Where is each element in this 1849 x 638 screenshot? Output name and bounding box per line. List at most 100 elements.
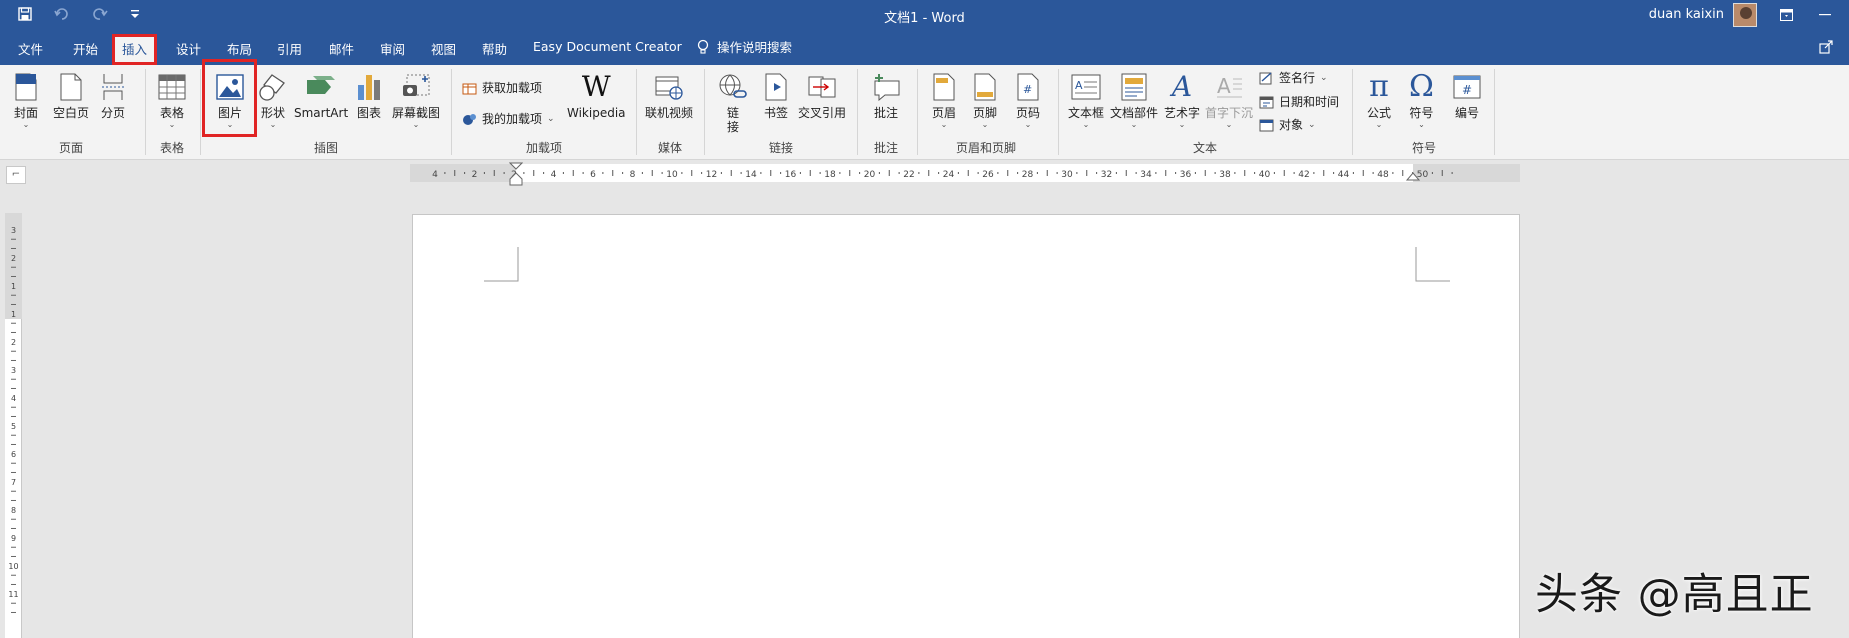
vertical-ruler[interactable]: 3 2 1 1 2 3 4 5 6 7 8 9 10 11 [5, 213, 22, 638]
get-addins-button[interactable]: 获取加载项 [462, 79, 542, 96]
drop-cap-button[interactable]: A 首字下沉 ⌄ [1205, 71, 1253, 130]
number-button[interactable]: # 编号 [1453, 71, 1481, 120]
omega-icon: Ω [1409, 69, 1434, 104]
title-bar: 文档1 - Word duan kaixin [0, 0, 1849, 30]
avatar[interactable] [1733, 3, 1757, 27]
header-button[interactable]: 页眉 ⌄ [932, 71, 956, 130]
ruler-number: 10 [8, 562, 18, 571]
ruler-number: 42 [1298, 170, 1309, 180]
left-indent-marker[interactable] [509, 172, 523, 186]
signature-line-button[interactable]: 签名行 ⌄ [1259, 69, 1328, 86]
page-break-button[interactable]: 分页 [101, 71, 125, 120]
tab-layout[interactable]: 布局 [227, 39, 252, 58]
cross-reference-icon [807, 71, 837, 103]
link-button[interactable]: 链接 [718, 71, 748, 134]
ruler-number: 2 [472, 170, 478, 180]
tab-view[interactable]: 视图 [431, 39, 456, 58]
table-button[interactable]: 表格 ⌄ [158, 71, 186, 130]
online-video-button[interactable]: 联机视频 [645, 71, 693, 120]
wordart-icon: A [1171, 70, 1193, 103]
table-icon [158, 71, 186, 103]
drop-cap-icon: A [1215, 71, 1243, 103]
group-label-tables: 表格 [159, 141, 185, 155]
screenshot-button[interactable]: 屏幕截图 ⌄ [392, 71, 440, 130]
cover-page-icon [15, 71, 37, 103]
page-break-icon [101, 71, 125, 103]
tell-me-search[interactable]: 操作说明搜索 [697, 37, 792, 56]
shapes-button[interactable]: 形状 ⌄ [258, 71, 288, 130]
chart-button[interactable]: 图表 [356, 71, 382, 120]
tab-review[interactable]: 审阅 [380, 39, 405, 58]
tab-help[interactable]: 帮助 [482, 39, 507, 58]
page-number-button[interactable]: # 页码 ⌄ [1016, 71, 1040, 130]
bookmark-icon [765, 71, 787, 103]
tell-me-label: 操作说明搜索 [717, 40, 793, 55]
ruler-number: 8 [630, 170, 636, 180]
ruler-number: 3 [11, 226, 16, 235]
header-icon [933, 71, 955, 103]
first-line-indent-marker[interactable] [509, 162, 523, 170]
wikipedia-icon: W [581, 70, 611, 103]
ruler-number: 34 [1140, 170, 1152, 180]
footer-button[interactable]: 页脚 ⌄ [973, 71, 997, 130]
ribbon-display-options-icon[interactable] [1780, 9, 1793, 21]
signature-icon [1259, 71, 1274, 85]
tab-insert[interactable]: 插入 [112, 34, 158, 65]
wordart-button[interactable]: A 艺术字 ⌄ [1164, 71, 1200, 130]
group-label-text: 文本 [1192, 141, 1218, 155]
cross-reference-button[interactable]: 交叉引用 [798, 71, 846, 120]
tab-file[interactable]: 文件 [18, 39, 43, 58]
ruler-number: 38 [1219, 170, 1231, 180]
wikipedia-button[interactable]: W Wikipedia [567, 70, 626, 121]
tab-design[interactable]: 设计 [176, 39, 201, 58]
page-number-icon: # [1017, 71, 1039, 103]
ruler-number: 28 [1022, 170, 1034, 180]
equation-button[interactable]: π 公式 ⌄ [1367, 71, 1391, 130]
group-label-header-footer: 页眉和页脚 [955, 141, 1017, 155]
share-icon[interactable] [1819, 40, 1833, 54]
ruler-number: 8 [11, 506, 16, 515]
link-icon [718, 71, 748, 103]
quick-parts-icon [1121, 71, 1147, 103]
ruler-number: 32 [1101, 170, 1112, 180]
tab-mailings[interactable]: 邮件 [329, 39, 354, 58]
ribbon-insert: 封面 ⌄ 空白页 分页 页面 表格 ⌄ 表格 图片 ⌄ 形状 ⌄ SmartArt 图表… [0, 59, 1849, 160]
blank-page-button[interactable]: 空白页 [53, 71, 89, 120]
online-video-icon [654, 71, 684, 103]
my-addins-button[interactable]: 我的加载项 ⌄ [462, 110, 555, 127]
ruler-number: 11 [8, 590, 18, 599]
group-label-illustrations: 插图 [313, 141, 339, 155]
shapes-icon [258, 71, 288, 103]
bookmark-button[interactable]: 书签 [764, 71, 788, 120]
new-comment-button[interactable]: 批注 [871, 71, 901, 120]
ruler-number: 1 [11, 282, 16, 291]
right-indent-marker[interactable] [1406, 172, 1420, 182]
group-label-comments: 批注 [873, 141, 899, 155]
ruler-number: 10 [666, 170, 678, 180]
smartart-icon [305, 71, 337, 103]
minimize-icon[interactable] [1819, 14, 1831, 16]
object-button[interactable]: 对象 ⌄ [1259, 116, 1316, 133]
user-name[interactable]: duan kaixin [1649, 7, 1724, 22]
ruler-number: 26 [982, 170, 994, 180]
text-box-button[interactable]: A 文本框 ⌄ [1068, 71, 1104, 130]
horizontal-ruler[interactable]: 4224681012141618202224262830323436384042… [410, 162, 1520, 186]
ruler-number: 36 [1180, 170, 1192, 180]
symbol-button[interactable]: Ω 符号 ⌄ [1409, 71, 1434, 130]
document-page[interactable] [412, 214, 1520, 638]
tab-references[interactable]: 引用 [277, 39, 302, 58]
comment-icon [871, 71, 901, 103]
tab-home[interactable]: 开始 [73, 39, 98, 58]
cover-page-button[interactable]: 封面 ⌄ [14, 71, 38, 130]
tab-selector[interactable]: ⌐ [6, 166, 26, 184]
quick-parts-button[interactable]: 文档部件 ⌄ [1110, 71, 1158, 130]
svg-text:#: # [1462, 83, 1472, 97]
ruler-number: 44 [1338, 170, 1350, 180]
ruler-number: 14 [745, 170, 757, 180]
svg-text:A: A [1217, 74, 1231, 98]
ruler-number: 4 [551, 170, 557, 180]
addins-icon [462, 112, 477, 126]
tab-easy-document-creator[interactable]: Easy Document Creator [533, 39, 682, 54]
date-time-button[interactable]: 日期和时间 [1259, 93, 1339, 110]
smartart-button[interactable]: SmartArt [294, 71, 348, 120]
